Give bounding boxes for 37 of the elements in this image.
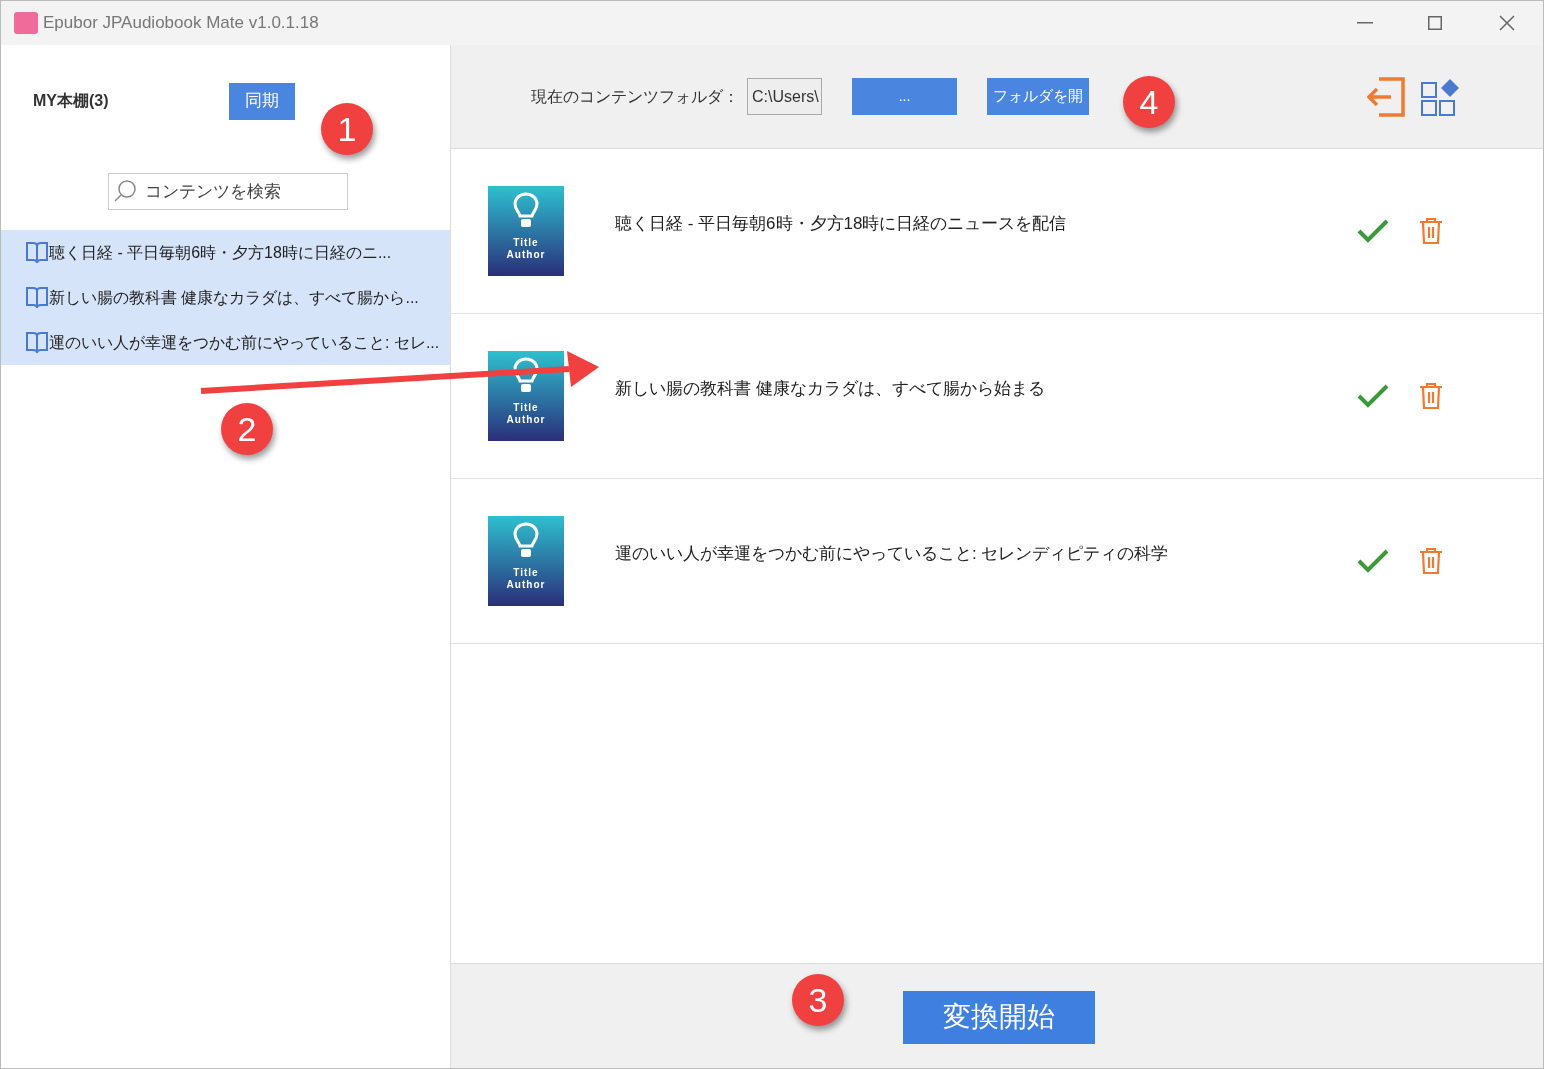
book-title: 聴く日経 - 平日毎朝6時・夕方18時に日経のニ... (49, 242, 392, 263)
cover-author: Author (506, 249, 546, 261)
book-list-item[interactable]: 運のいい人が幸運をつかむ前にやっていること: セレ... (1, 320, 450, 365)
app-logo-icon (14, 12, 38, 34)
cover-title: Title (513, 402, 539, 414)
folder-label: 現在のコンテンツフォルダ： (531, 86, 739, 107)
trash-icon[interactable] (1419, 547, 1443, 575)
book-title: 運のいい人が幸運をつかむ前にやっていること: セレ... (49, 332, 440, 353)
minimize-icon[interactable] (1357, 22, 1373, 24)
sync-button[interactable]: 同期 (228, 82, 295, 120)
window-title: Epubor JPAudiobook Mate v1.0.1.18 (43, 12, 319, 35)
folder-path-field[interactable]: C:\Users\ (747, 78, 822, 115)
book-list-item[interactable]: 新しい腸の教科書 健康なカラダは、すべて腸から... (1, 275, 450, 320)
book-title: 新しい腸の教科書 健康なカラダは、すべて腸から... (49, 287, 419, 308)
close-icon[interactable] (1499, 15, 1515, 31)
maximize-icon[interactable] (1428, 16, 1442, 30)
cover-author: Author (506, 579, 546, 591)
start-convert-button[interactable]: 変換開始 (903, 990, 1095, 1044)
search-icon (113, 179, 137, 203)
apps-icon[interactable] (1421, 77, 1461, 116)
book-title: 新しい腸の教科書 健康なカラダは、すべて腸から始まる (615, 378, 1045, 401)
book-title: 聴く日経 - 平日毎朝6時・夕方18時に日経のニュースを配信 (615, 213, 1067, 236)
search-field[interactable]: コンテンツを検索 (108, 173, 348, 210)
cover-author: Author (506, 414, 546, 426)
trash-icon[interactable] (1419, 217, 1443, 245)
cover-title: Title (513, 567, 539, 579)
trash-icon[interactable] (1419, 382, 1443, 410)
book-title: 運のいい人が幸運をつかむ前にやっていること: セレンディピティの科学 (615, 543, 1169, 566)
book-icon (25, 240, 49, 265)
book-icon (25, 285, 49, 310)
shelf-heading: MY本棚(3) (33, 91, 109, 111)
book-icon (25, 330, 49, 355)
browse-button[interactable]: ... (852, 78, 957, 115)
book-list-item[interactable]: 聴く日経 - 平日毎朝6時・夕方18時に日経のニ... (1, 230, 450, 275)
open-folder-button[interactable]: フォルダを開 (987, 78, 1089, 115)
exit-icon[interactable] (1367, 76, 1405, 117)
cover-title: Title (513, 237, 539, 249)
